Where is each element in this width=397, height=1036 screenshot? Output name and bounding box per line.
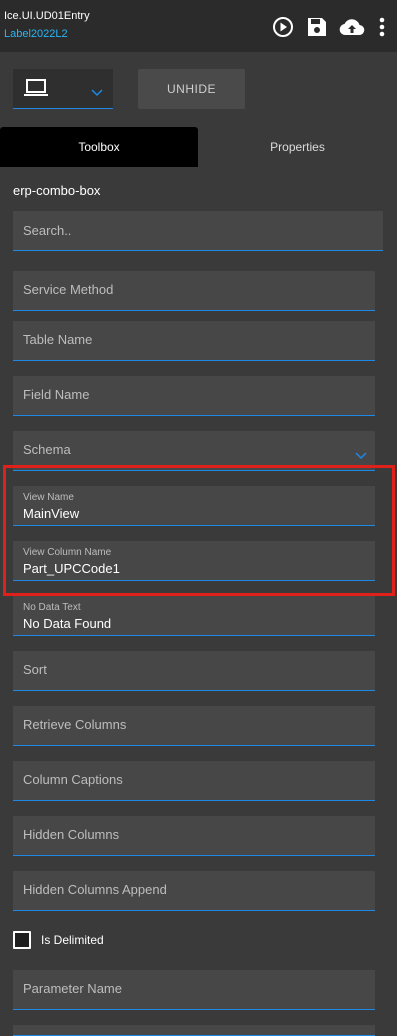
save-icon[interactable] — [305, 15, 329, 39]
tab-toolbox[interactable]: Toolbox — [0, 127, 198, 167]
hidden-columns-append-field[interactable]: Hidden Columns Append — [13, 871, 375, 911]
no-data-text-field[interactable]: No Data Text No Data Found — [13, 596, 375, 636]
retrieve-columns-field[interactable]: Retrieve Columns — [13, 706, 375, 746]
service-method-field[interactable]: Service Method — [13, 271, 375, 311]
field-name-field[interactable]: Field Name — [13, 376, 375, 416]
table-name-placeholder: Table Name — [23, 332, 93, 347]
service-method-placeholder: Service Method — [23, 282, 114, 297]
app-title: Ice.UI.UD01Entry — [4, 10, 90, 22]
is-delimited-checkbox[interactable] — [13, 931, 31, 949]
no-data-text-value: No Data Found — [23, 616, 112, 631]
next-field[interactable] — [13, 1025, 375, 1036]
hidden-columns-field[interactable]: Hidden Columns — [13, 816, 375, 856]
sort-placeholder: Sort — [23, 662, 47, 677]
unhide-button[interactable]: UNHIDE — [138, 69, 245, 109]
app-header: Ice.UI.UD01Entry Label2022L2 — [0, 0, 397, 52]
column-captions-placeholder: Column Captions — [23, 772, 123, 787]
chevron-down-icon — [91, 84, 103, 102]
retrieve-columns-placeholder: Retrieve Columns — [23, 717, 127, 732]
sort-field[interactable]: Sort — [13, 651, 375, 691]
component-name: erp-combo-box — [13, 183, 101, 198]
laptop-icon — [24, 79, 48, 102]
parameter-name-field[interactable]: Parameter Name — [13, 970, 375, 1010]
cloud-upload-icon[interactable] — [338, 15, 366, 39]
table-name-field[interactable]: Table Name — [13, 321, 375, 361]
more-vert-icon[interactable] — [370, 15, 394, 39]
search-input[interactable]: Search.. — [13, 211, 383, 251]
layer-name[interactable]: Label2022L2 — [4, 28, 68, 40]
schema-placeholder: Schema — [23, 442, 71, 457]
column-captions-field[interactable]: Column Captions — [13, 761, 375, 801]
is-delimited-label: Is Delimited — [41, 933, 104, 947]
hidden-columns-append-placeholder: Hidden Columns Append — [23, 882, 167, 897]
play-circle-icon[interactable] — [271, 15, 295, 39]
parameter-name-placeholder: Parameter Name — [23, 981, 122, 996]
chevron-down-icon — [355, 447, 367, 465]
device-select[interactable] — [13, 69, 113, 109]
field-name-placeholder: Field Name — [23, 387, 90, 402]
hidden-columns-placeholder: Hidden Columns — [23, 827, 120, 842]
tab-properties[interactable]: Properties — [198, 127, 397, 167]
highlight-box — [3, 465, 395, 596]
no-data-text-label: No Data Text — [23, 602, 81, 613]
is-delimited-row: Is Delimited — [13, 930, 104, 950]
